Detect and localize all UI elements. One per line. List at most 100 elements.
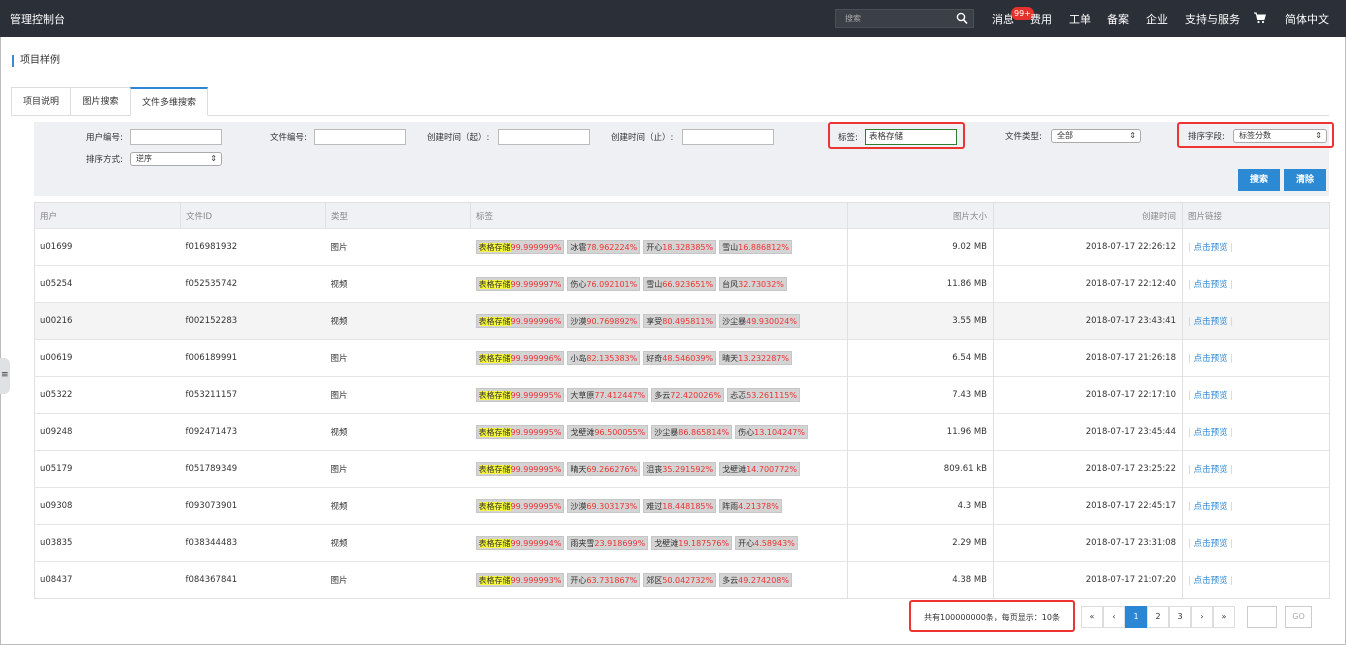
table-row: u05322 f053211157 图片 表格存储99.999995% 大草原77.41… <box>34 376 1330 414</box>
cell-link: | 点击预览 | <box>1182 228 1330 266</box>
cell-time: 2018-07-17 21:07:20 <box>993 561 1183 599</box>
link-separator: | <box>1227 576 1234 586</box>
page-go-button[interactable]: GO <box>1285 606 1312 628</box>
col-header-tags: 标签 <box>470 202 848 229</box>
console-title[interactable]: 管理控制台 <box>10 11 65 27</box>
sidebar-toggle[interactable]: ≡ <box>0 358 10 394</box>
tag-score: 90.769892% <box>586 317 638 326</box>
nav-language[interactable]: 简体中文 <box>1285 11 1329 27</box>
tag-score: 80.495811% <box>662 317 714 326</box>
tag-chip: 晴天69.266276% <box>567 462 641 476</box>
tag-chip: 台风32.73032% <box>719 277 787 291</box>
tag-name: 大草原 <box>570 391 595 400</box>
preview-link[interactable]: 点击预览 <box>1194 539 1228 549</box>
cell-user: u00216 <box>34 302 181 340</box>
preview-link[interactable]: 点击预览 <box>1194 576 1228 586</box>
tag-chip: 表格存储99.999993% <box>475 573 565 587</box>
cell-user: u05179 <box>34 450 181 488</box>
cell-file-id: f093073901 <box>180 487 326 525</box>
file-type-select[interactable]: 全部 ⇕ <box>1051 129 1141 143</box>
nav-support[interactable]: 支持与服务 <box>1185 11 1240 27</box>
page-first-button[interactable]: « <box>1081 606 1103 628</box>
tag-chip: 沙漠90.769892% <box>567 314 641 328</box>
page-2-button[interactable]: 2 <box>1147 606 1169 628</box>
cell-size: 7.43 MB <box>847 376 994 414</box>
cell-type: 视频 <box>325 265 471 303</box>
tag-input[interactable]: 表格存储 <box>865 129 957 145</box>
nav-billing[interactable]: 费用 <box>1030 11 1052 27</box>
tag-chip: 表格存储99.999996% <box>475 314 565 328</box>
tag-score: 82.135383% <box>586 354 638 363</box>
search-icon[interactable] <box>956 12 968 25</box>
tag-label: 标签: <box>838 133 858 143</box>
search-input[interactable]: 搜索 <box>835 9 974 28</box>
cell-tags: 表格存储99.999999% 冰雹78.962224% 开心18.328385% 雪山… <box>470 228 848 266</box>
tag-name: 沙漠 <box>570 502 587 511</box>
preview-link[interactable]: 点击预览 <box>1194 391 1228 401</box>
table-row: u09308 f093073901 视频 表格存储99.999995% 沙漠69.303… <box>34 487 1330 525</box>
sort-order-label: 排序方式: <box>86 155 123 165</box>
tag-score: 19.187576% <box>678 539 730 548</box>
cell-time: 2018-07-17 23:25:22 <box>993 450 1183 488</box>
preview-link[interactable]: 点击预览 <box>1194 428 1228 438</box>
table-header-row: 用户 文件ID 类型 标签 图片大小 创建时间 图片链接 <box>34 202 1330 229</box>
cell-link: | 点击预览 | <box>1182 450 1330 488</box>
preview-link[interactable]: 点击预览 <box>1194 502 1228 512</box>
cell-size: 9.02 MB <box>847 228 994 266</box>
nav-tickets[interactable]: 工单 <box>1069 11 1091 27</box>
tag-chip: 表格存储99.999995% <box>475 462 565 476</box>
tab-image-search[interactable]: 图片搜索 <box>70 87 131 116</box>
cell-size: 11.86 MB <box>847 265 994 303</box>
file-id-input[interactable] <box>314 129 406 145</box>
tag-chip: 沮丧35.291592% <box>643 462 717 476</box>
page-3-button[interactable]: 3 <box>1169 606 1191 628</box>
tag-name: 冰雹 <box>570 243 587 252</box>
cell-user: u05322 <box>34 376 181 414</box>
preview-link[interactable]: 点击预览 <box>1194 317 1228 327</box>
sort-order-select[interactable]: 逆序 ⇕ <box>130 152 222 166</box>
sort-field-select[interactable]: 标签分数 ⇕ <box>1233 129 1327 143</box>
cart-icon[interactable] <box>1254 12 1266 24</box>
tag-score: 99.999995% <box>510 465 562 474</box>
tag-chip: 晴天13.232287% <box>719 351 792 365</box>
start-time-input[interactable] <box>498 129 590 145</box>
table-row: u09248 f092471473 视频 表格存储99.999995% 戈壁滩96.50… <box>34 413 1330 451</box>
preview-link[interactable]: 点击预览 <box>1194 354 1228 364</box>
cell-time: 2018-07-17 21:26:18 <box>993 339 1183 377</box>
user-id-input[interactable] <box>130 129 222 145</box>
tab-project-description[interactable]: 项目说明 <box>11 87 71 116</box>
cell-type: 视频 <box>325 487 471 525</box>
tab-file-multi-search[interactable]: 文件多维搜索 <box>130 87 208 116</box>
search-button[interactable]: 搜索 <box>1238 169 1280 191</box>
end-time-label: 创建时间（止）: <box>611 133 674 143</box>
col-header-type: 类型 <box>325 202 471 229</box>
page-prev-button[interactable]: ‹ <box>1103 606 1125 628</box>
cell-user: u08437 <box>34 561 181 599</box>
link-separator: | <box>1227 243 1234 253</box>
sort-field-value: 标签分数 <box>1239 131 1271 140</box>
clear-button[interactable]: 清除 <box>1284 169 1326 191</box>
tag-score: 49.274208% <box>738 576 789 585</box>
tag-score: 78.962224% <box>586 243 638 252</box>
cell-user: u05254 <box>34 265 181 303</box>
sort-order-value: 逆序 <box>136 154 152 163</box>
tag-name: 台风 <box>722 280 739 289</box>
page-next-button[interactable]: › <box>1191 606 1213 628</box>
tag-name: 表格存储 <box>478 428 511 437</box>
preview-link[interactable]: 点击预览 <box>1194 243 1228 253</box>
page-jump-input[interactable] <box>1247 606 1277 628</box>
preview-link[interactable]: 点击预览 <box>1194 465 1228 475</box>
tag-chip: 多云49.274208% <box>719 573 792 587</box>
nav-icp[interactable]: 备案 <box>1107 11 1129 27</box>
page-last-button[interactable]: » <box>1213 606 1235 628</box>
preview-link[interactable]: 点击预览 <box>1194 280 1228 290</box>
cell-type: 图片 <box>325 376 471 414</box>
tag-name: 伤心 <box>570 280 587 289</box>
tag-chip: 沙尘暴86.865814% <box>651 425 733 439</box>
tag-chip: 开心4.58943% <box>735 536 798 550</box>
tag-score: 99.999995% <box>510 428 562 437</box>
end-time-input[interactable] <box>682 129 774 145</box>
nav-enterprise[interactable]: 企业 <box>1146 11 1168 27</box>
page-1-button[interactable]: 1 <box>1125 606 1147 628</box>
tag-chip: 享受80.495811% <box>643 314 717 328</box>
